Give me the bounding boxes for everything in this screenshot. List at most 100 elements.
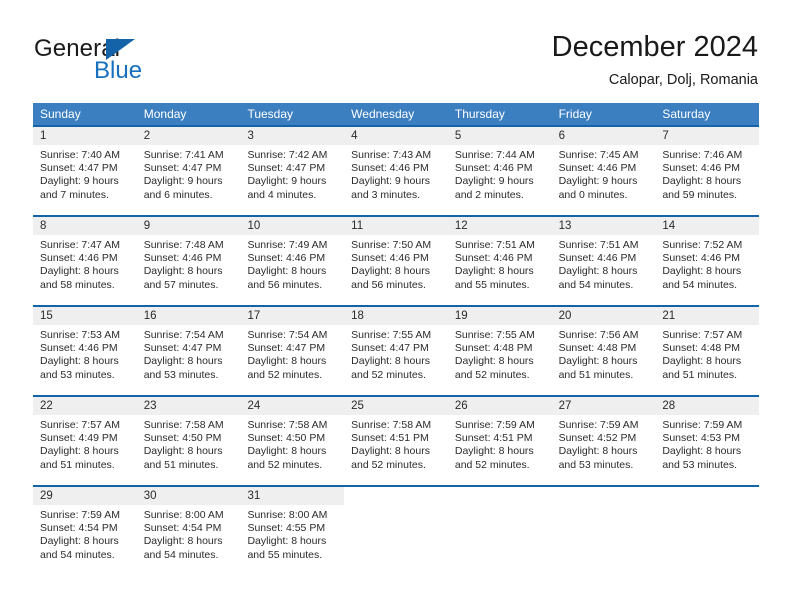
day-cell[interactable]: 13 Sunrise: 7:51 AM Sunset: 4:46 PM Dayl… bbox=[551, 217, 656, 305]
day-cell[interactable]: 27 Sunrise: 7:59 AM Sunset: 4:52 PM Dayl… bbox=[551, 397, 656, 485]
day-cell-empty bbox=[344, 487, 448, 577]
day-info: Sunrise: 7:43 AM Sunset: 4:46 PM Dayligh… bbox=[344, 145, 448, 202]
day-info: Sunrise: 7:58 AM Sunset: 4:50 PM Dayligh… bbox=[137, 415, 241, 472]
daylight-text-line1: Daylight: 8 hours bbox=[40, 355, 119, 368]
day-number: 30 bbox=[136, 487, 241, 505]
sunrise-text: Sunrise: 7:52 AM bbox=[662, 239, 743, 251]
brand-logo[interactable]: General Blue bbox=[34, 36, 254, 92]
day-cell[interactable]: 16 Sunrise: 7:54 AM Sunset: 4:47 PM Dayl… bbox=[136, 307, 241, 395]
weekday-thursday: Thursday bbox=[454, 107, 505, 121]
daylight-text-line1: Daylight: 8 hours bbox=[558, 355, 638, 368]
sunrise-text: Sunrise: 7:40 AM bbox=[40, 149, 120, 161]
day-cell[interactable]: 25 Sunrise: 7:58 AM Sunset: 4:51 PM Dayl… bbox=[344, 397, 448, 485]
sunrise-text: Sunrise: 7:41 AM bbox=[143, 149, 224, 161]
sunset-text: Sunset: 4:53 PM bbox=[662, 432, 740, 445]
sunset-text: Sunset: 4:47 PM bbox=[247, 162, 326, 175]
day-number: 13 bbox=[551, 217, 656, 235]
week-row: 22 Sunrise: 7:57 AM Sunset: 4:49 PM Dayl… bbox=[33, 395, 760, 485]
daylight-text-line1: Daylight: 8 hours bbox=[662, 445, 742, 458]
daylight-text-line2: and 57 minutes. bbox=[143, 278, 219, 291]
day-info: Sunrise: 7:58 AM Sunset: 4:50 PM Dayligh… bbox=[240, 415, 344, 472]
sunrise-text: Sunrise: 7:45 AM bbox=[558, 149, 639, 161]
sunrise-text: Sunrise: 7:54 AM bbox=[143, 329, 224, 341]
day-info: Sunrise: 8:00 AM Sunset: 4:55 PM Dayligh… bbox=[240, 505, 344, 562]
sunrise-text: Sunrise: 7:44 AM bbox=[454, 149, 535, 161]
day-cell[interactable]: 1 Sunrise: 7:40 AM Sunset: 4:47 PM Dayli… bbox=[33, 127, 137, 215]
day-info: Sunrise: 7:51 AM Sunset: 4:46 PM Dayligh… bbox=[552, 235, 656, 292]
day-cell[interactable]: 12 Sunrise: 7:51 AM Sunset: 4:46 PM Dayl… bbox=[447, 217, 552, 305]
daylight-text-line2: and 54 minutes. bbox=[662, 278, 738, 291]
day-cell[interactable]: 9 Sunrise: 7:48 AM Sunset: 4:46 PM Dayli… bbox=[136, 217, 241, 305]
day-info: Sunrise: 7:53 AM Sunset: 4:46 PM Dayligh… bbox=[33, 325, 137, 382]
sunrise-text: Sunrise: 7:51 AM bbox=[558, 239, 639, 251]
daylight-text-line2: and 6 minutes. bbox=[143, 188, 213, 201]
day-cell[interactable]: 19 Sunrise: 7:55 AM Sunset: 4:48 PM Dayl… bbox=[447, 307, 552, 395]
day-info: Sunrise: 7:59 AM Sunset: 4:51 PM Dayligh… bbox=[448, 415, 552, 472]
day-cell[interactable]: 6 Sunrise: 7:45 AM Sunset: 4:46 PM Dayli… bbox=[551, 127, 656, 215]
day-number: 23 bbox=[136, 397, 241, 415]
day-cell[interactable]: 17 Sunrise: 7:54 AM Sunset: 4:47 PM Dayl… bbox=[240, 307, 345, 395]
day-number: 17 bbox=[240, 307, 345, 325]
day-cell[interactable]: 26 Sunrise: 7:59 AM Sunset: 4:51 PM Dayl… bbox=[447, 397, 552, 485]
day-cell[interactable]: 15 Sunrise: 7:53 AM Sunset: 4:46 PM Dayl… bbox=[33, 307, 137, 395]
daylight-text-line1: Daylight: 8 hours bbox=[247, 445, 327, 458]
day-number: 10 bbox=[240, 217, 345, 235]
day-cell[interactable]: 8 Sunrise: 7:47 AM Sunset: 4:46 PM Dayli… bbox=[33, 217, 137, 305]
daylight-text-line1: Daylight: 8 hours bbox=[143, 445, 223, 458]
daylight-text-line2: and 52 minutes. bbox=[247, 458, 323, 471]
day-cell[interactable]: 18 Sunrise: 7:55 AM Sunset: 4:47 PM Dayl… bbox=[344, 307, 448, 395]
day-cell[interactable]: 7 Sunrise: 7:46 AM Sunset: 4:46 PM Dayli… bbox=[655, 127, 760, 215]
day-cell[interactable]: 14 Sunrise: 7:52 AM Sunset: 4:46 PM Dayl… bbox=[655, 217, 760, 305]
day-cell[interactable]: 30 Sunrise: 8:00 AM Sunset: 4:54 PM Dayl… bbox=[136, 487, 241, 577]
sunrise-text: Sunrise: 7:46 AM bbox=[662, 149, 743, 161]
daylight-text-line2: and 3 minutes. bbox=[351, 188, 421, 201]
day-cell[interactable]: 29 Sunrise: 7:59 AM Sunset: 4:54 PM Dayl… bbox=[33, 487, 137, 577]
sunrise-text: Sunrise: 7:43 AM bbox=[351, 149, 432, 161]
day-number: 7 bbox=[655, 127, 760, 145]
weekday-monday: Monday bbox=[143, 107, 187, 121]
sunset-text: Sunset: 4:55 PM bbox=[247, 522, 326, 535]
daylight-text-line2: and 51 minutes. bbox=[558, 368, 634, 381]
daylight-text-line2: and 55 minutes. bbox=[454, 278, 530, 291]
day-cell[interactable]: 4 Sunrise: 7:43 AM Sunset: 4:46 PM Dayli… bbox=[344, 127, 448, 215]
daylight-text-line2: and 52 minutes. bbox=[454, 458, 530, 471]
day-cell[interactable]: 11 Sunrise: 7:50 AM Sunset: 4:46 PM Dayl… bbox=[344, 217, 448, 305]
daylight-text-line2: and 59 minutes. bbox=[662, 188, 738, 201]
day-cell[interactable]: 31 Sunrise: 8:00 AM Sunset: 4:55 PM Dayl… bbox=[240, 487, 345, 577]
week-row: 8 Sunrise: 7:47 AM Sunset: 4:46 PM Dayli… bbox=[33, 215, 760, 305]
daylight-text-line1: Daylight: 8 hours bbox=[247, 355, 327, 368]
day-number: 9 bbox=[136, 217, 241, 235]
day-cell[interactable]: 20 Sunrise: 7:56 AM Sunset: 4:48 PM Dayl… bbox=[551, 307, 656, 395]
day-number: 3 bbox=[240, 127, 345, 145]
day-info: Sunrise: 7:41 AM Sunset: 4:47 PM Dayligh… bbox=[137, 145, 241, 202]
daylight-text-line2: and 53 minutes. bbox=[558, 458, 634, 471]
week-row: 29 Sunrise: 7:59 AM Sunset: 4:54 PM Dayl… bbox=[33, 485, 760, 577]
sunset-text: Sunset: 4:54 PM bbox=[40, 522, 118, 535]
day-number: 14 bbox=[655, 217, 760, 235]
day-number: 18 bbox=[344, 307, 448, 325]
sunrise-text: Sunrise: 7:59 AM bbox=[454, 419, 535, 431]
day-cell[interactable]: 24 Sunrise: 7:58 AM Sunset: 4:50 PM Dayl… bbox=[240, 397, 345, 485]
daylight-text-line2: and 53 minutes. bbox=[662, 458, 738, 471]
day-number: 24 bbox=[240, 397, 345, 415]
day-cell[interactable]: 28 Sunrise: 7:59 AM Sunset: 4:53 PM Dayl… bbox=[655, 397, 760, 485]
day-info: Sunrise: 7:40 AM Sunset: 4:47 PM Dayligh… bbox=[33, 145, 137, 202]
sunrise-text: Sunrise: 7:59 AM bbox=[662, 419, 743, 431]
day-cell[interactable]: 22 Sunrise: 7:57 AM Sunset: 4:49 PM Dayl… bbox=[33, 397, 137, 485]
weekday-sunday: Sunday bbox=[40, 107, 81, 121]
day-number: 28 bbox=[655, 397, 760, 415]
daylight-text-line1: Daylight: 9 hours bbox=[454, 175, 534, 188]
daylight-text-line2: and 52 minutes. bbox=[454, 368, 530, 381]
weekday-tuesday: Tuesday bbox=[247, 107, 294, 121]
day-cell[interactable]: 2 Sunrise: 7:41 AM Sunset: 4:47 PM Dayli… bbox=[136, 127, 241, 215]
day-cell[interactable]: 23 Sunrise: 7:58 AM Sunset: 4:50 PM Dayl… bbox=[136, 397, 241, 485]
day-cell[interactable]: 10 Sunrise: 7:49 AM Sunset: 4:46 PM Dayl… bbox=[240, 217, 345, 305]
day-cell[interactable]: 21 Sunrise: 7:57 AM Sunset: 4:48 PM Dayl… bbox=[655, 307, 760, 395]
sunset-text: Sunset: 4:47 PM bbox=[351, 342, 429, 355]
day-cell[interactable]: 5 Sunrise: 7:44 AM Sunset: 4:46 PM Dayli… bbox=[447, 127, 552, 215]
daylight-text-line2: and 54 minutes. bbox=[558, 278, 634, 291]
day-cell-empty bbox=[551, 487, 656, 577]
sunset-text: Sunset: 4:46 PM bbox=[558, 162, 637, 175]
daylight-text-line1: Daylight: 8 hours bbox=[40, 535, 119, 548]
day-cell[interactable]: 3 Sunrise: 7:42 AM Sunset: 4:47 PM Dayli… bbox=[240, 127, 345, 215]
